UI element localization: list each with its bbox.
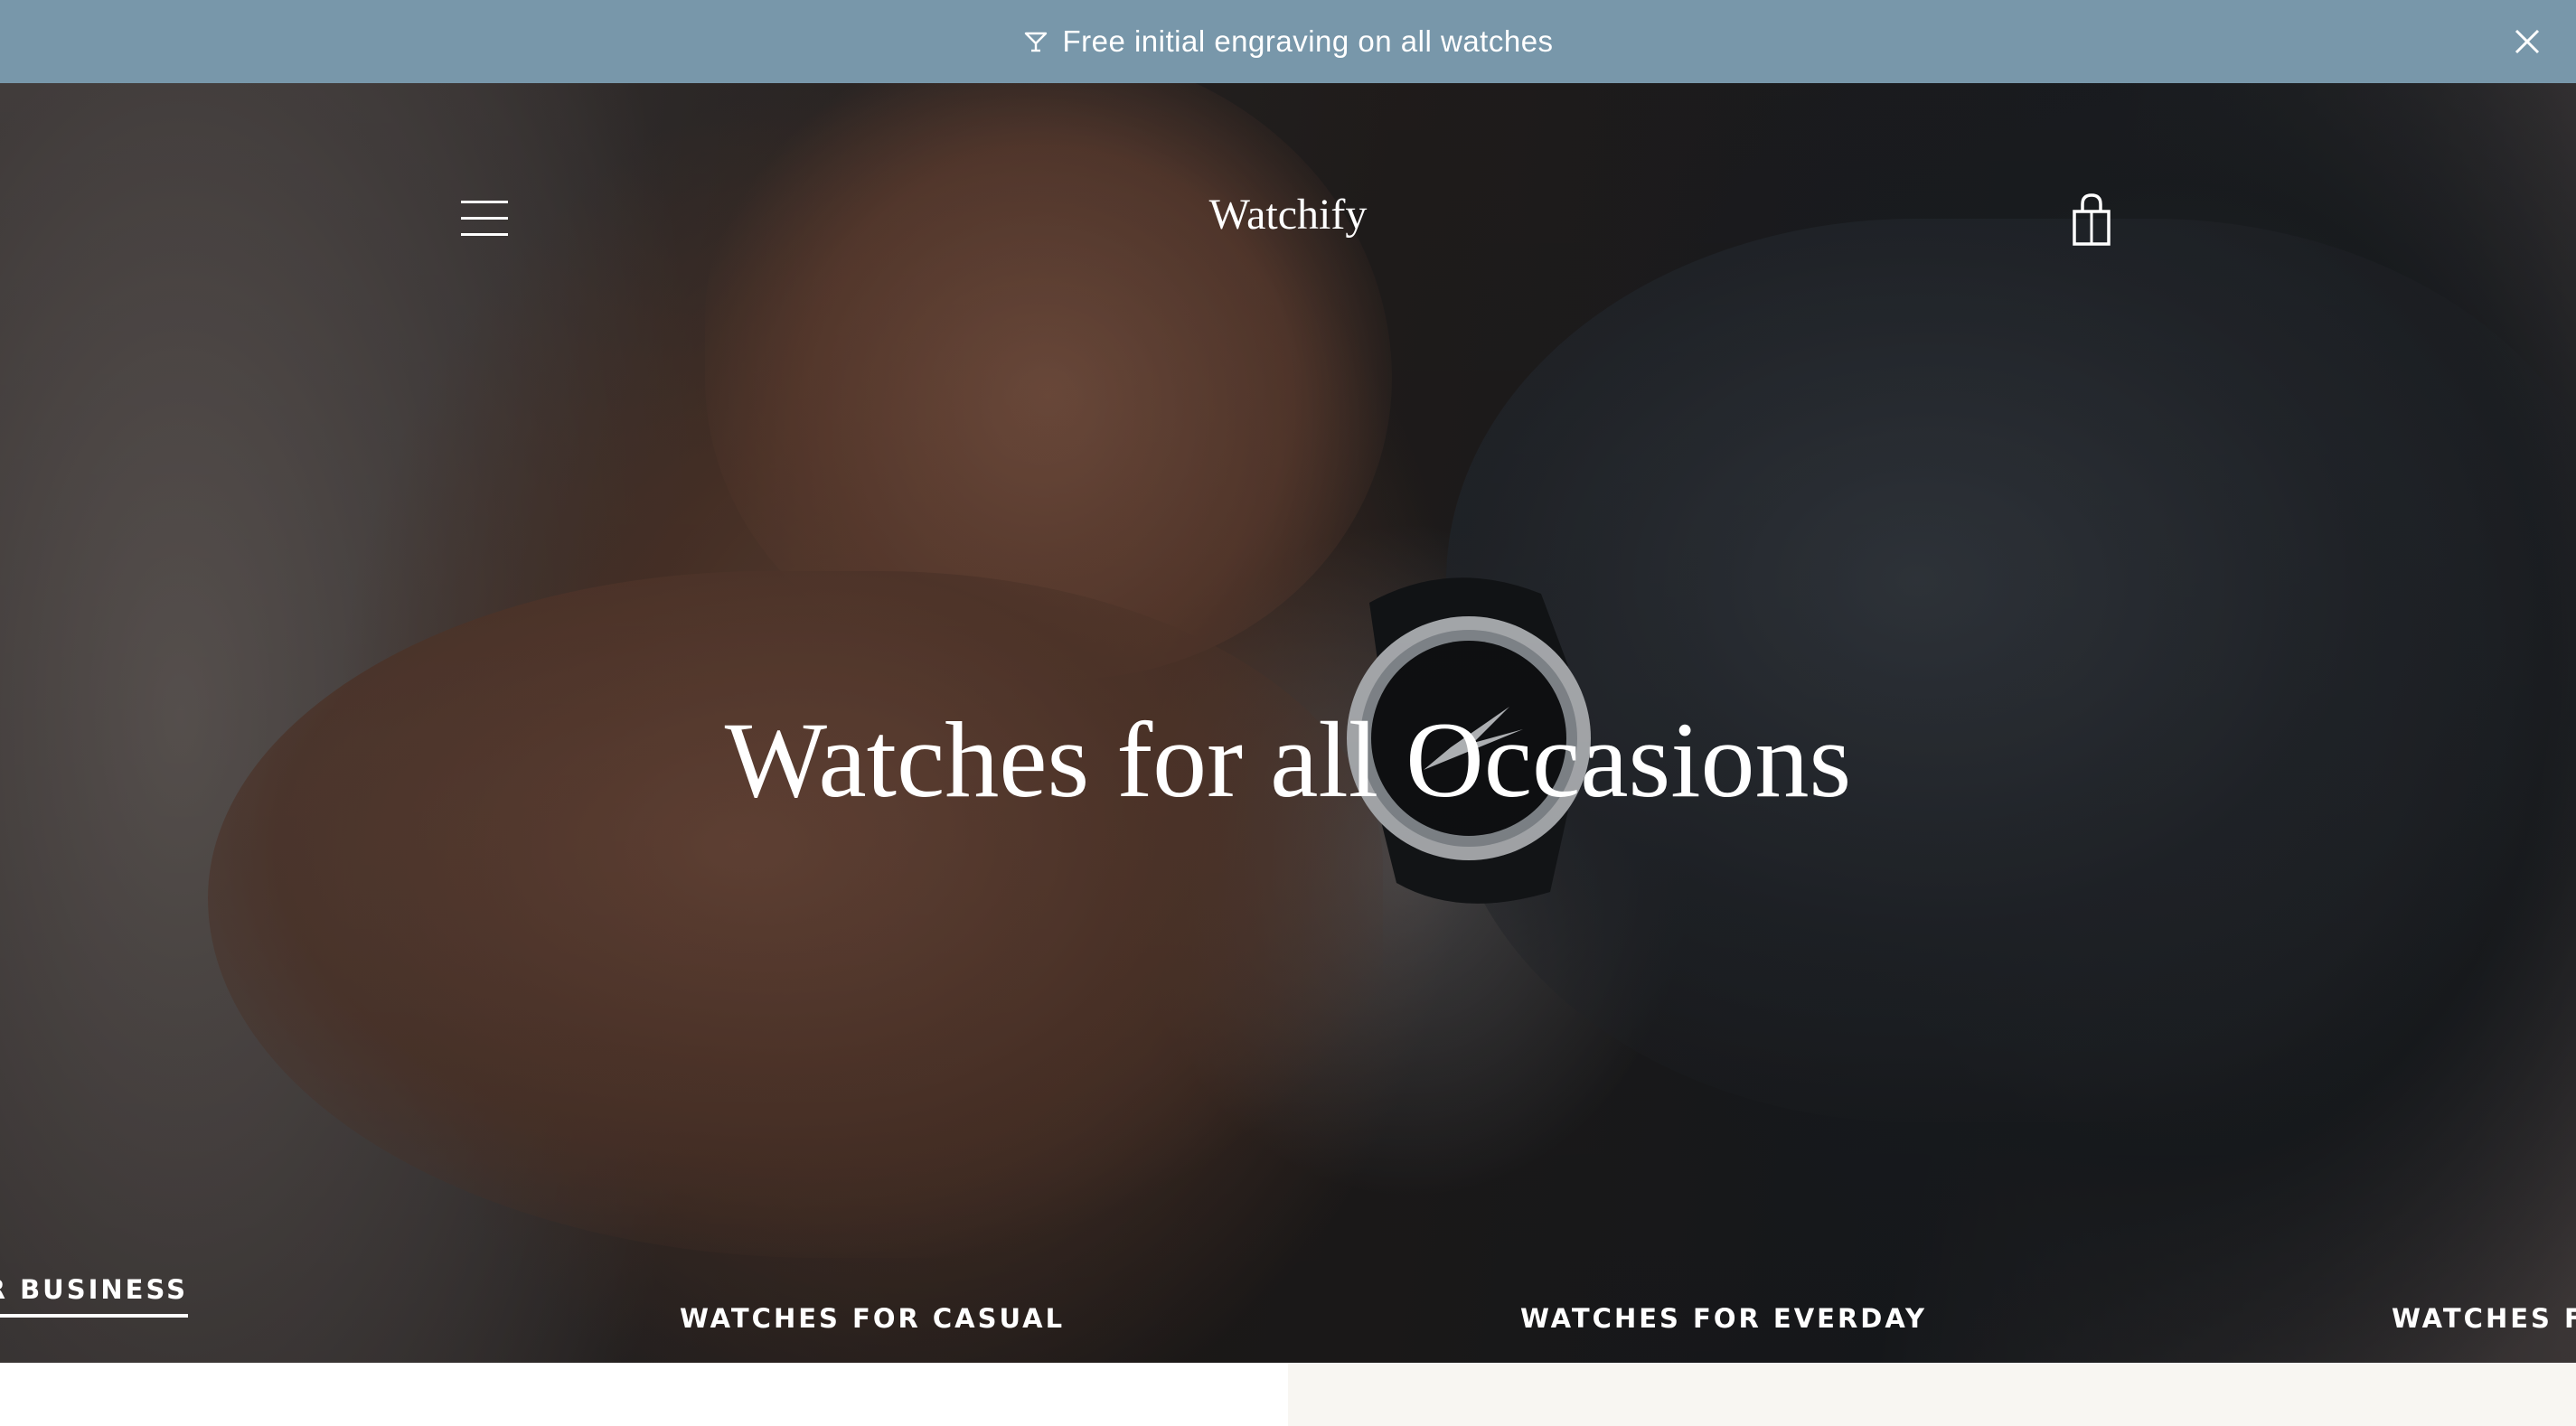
hero-banner: Watchify Watches for all Occasions OR BU… bbox=[0, 83, 2576, 1363]
page: Free initial engraving on all watches Wa… bbox=[0, 0, 2576, 1426]
collection-link-casual[interactable]: WATCHES FOR CASUAL bbox=[680, 1303, 1065, 1334]
close-icon[interactable] bbox=[2511, 25, 2543, 58]
hero-title: Watches for all Occasions bbox=[724, 699, 1852, 820]
announcement-bar: Free initial engraving on all watches bbox=[0, 0, 2576, 83]
collection-link-everyday[interactable]: WATCHES FOR EVERDAY bbox=[1520, 1303, 1927, 1334]
shopping-bag-icon[interactable] bbox=[2072, 193, 2111, 246]
collection-link-next[interactable]: WATCHES FO bbox=[2392, 1303, 2576, 1334]
announcement-content: Free initial engraving on all watches bbox=[1022, 24, 1553, 59]
content-section-left bbox=[0, 1363, 1288, 1426]
announcement-text: Free initial engraving on all watches bbox=[1062, 24, 1554, 58]
martini-glass-icon bbox=[1025, 32, 1048, 52]
collection-link-business[interactable]: OR BUSINESS bbox=[0, 1274, 188, 1318]
content-section-right bbox=[1288, 1363, 2576, 1426]
site-logo[interactable]: Watchify bbox=[0, 190, 2576, 239]
